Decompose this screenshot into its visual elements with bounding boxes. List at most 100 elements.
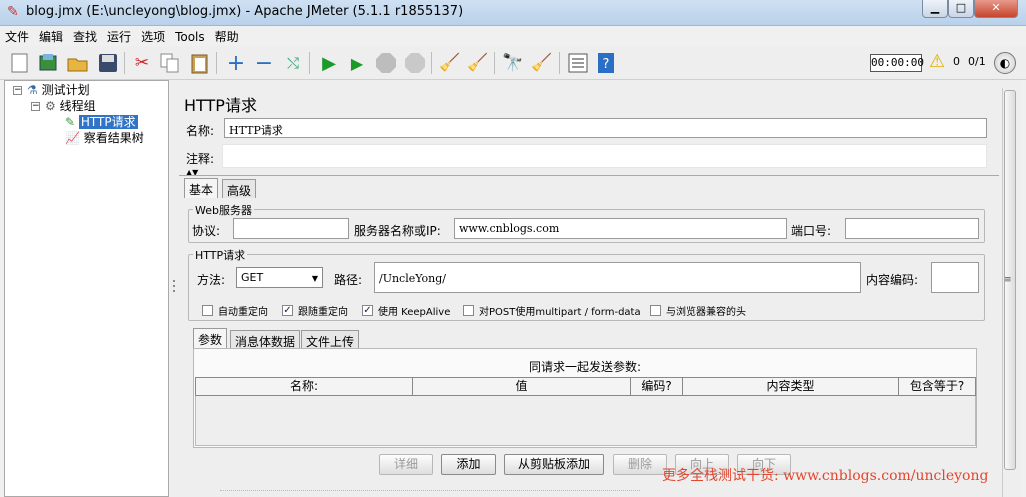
sampler-pen-icon: ✎ (65, 115, 76, 129)
stop-icon[interactable] (374, 51, 398, 75)
column-content-type[interactable]: 内容类型 (683, 378, 899, 395)
toggle-icon[interactable]: ⤭ (281, 51, 305, 75)
server-field[interactable]: www.cnblogs.com (454, 218, 787, 239)
menu-options[interactable]: 选项 (136, 26, 170, 45)
detail-button[interactable]: 详细 (379, 454, 433, 475)
tab-body-data[interactable]: 消息体数据 (230, 330, 301, 349)
pane-splitter[interactable] (170, 80, 178, 497)
multipart-checkbox[interactable]: 对POST使用multipart / form-data (463, 303, 641, 318)
clear-all-icon[interactable]: 🧹 (466, 51, 490, 75)
column-include-equals[interactable]: 包含等于? (899, 378, 975, 395)
checkbox-box (650, 305, 661, 316)
editor-scrollbar[interactable] (1002, 88, 1017, 497)
keepalive-checkbox[interactable]: ✓ 使用 KeepAlive (362, 303, 450, 318)
scroll-grip-icon: ≡ (1004, 275, 1012, 285)
thread-group-gear-icon: ⚙ (45, 99, 56, 113)
save-icon[interactable] (96, 51, 120, 75)
name-field[interactable]: HTTP请求 (224, 118, 987, 138)
add-button[interactable]: 添加 (441, 454, 496, 475)
window-titlebar: ✎ blog.jmx (E:\uncleyong\blog.jmx) - Apa… (0, 0, 1026, 26)
shutdown-icon[interactable] (403, 51, 427, 75)
parameters-table-header: 名称: 值 编码? 内容类型 包含等于? (195, 377, 976, 396)
remote-status-icon: ◐ (994, 52, 1016, 74)
path-field[interactable]: /UncleYong/ (374, 262, 861, 293)
browser-headers-checkbox[interactable]: 与浏览器兼容的头 (650, 303, 746, 318)
tab-file-upload[interactable]: 文件上传 (301, 330, 360, 349)
help-icon[interactable]: ? (594, 51, 618, 75)
add-from-clipboard-button[interactable]: 从剪贴板添加 (504, 454, 604, 475)
checkbox-box (463, 305, 474, 316)
tab-parameters[interactable]: 参数 (193, 328, 228, 348)
collapse-icon[interactable]: − (252, 51, 276, 76)
menu-help[interactable]: 帮助 (210, 26, 244, 45)
http-request-group-title: HTTP请求 (193, 247, 248, 263)
menu-search[interactable]: 查找 (68, 26, 102, 45)
comment-field[interactable] (222, 144, 987, 168)
chevron-down-icon: ▼ (311, 274, 318, 283)
test-plan-icon: ⚗ (27, 83, 38, 97)
tab-basic[interactable]: 基本 (184, 178, 219, 198)
web-server-group-title: Web服务器 (193, 202, 254, 218)
parameters-caption: 同请求一起发送参数: (528, 360, 642, 374)
parameters-table-body[interactable] (195, 396, 976, 446)
menu-run[interactable]: 运行 (102, 26, 136, 45)
watermark-text: 更多全栈测试干货: www.cnblogs.com/uncleyong (662, 468, 989, 484)
collapse-toggle[interactable]: − (13, 86, 22, 95)
expand-icon[interactable]: + (224, 51, 248, 76)
follow-redirect-checkbox[interactable]: ✓ 跟随重定向 (282, 303, 348, 318)
checkmark-icon: ✓ (362, 305, 373, 316)
cut-icon[interactable]: ✂ (130, 51, 154, 75)
elapsed-timer: 00:00:00 (870, 54, 924, 72)
method-value: GET (241, 271, 264, 284)
svg-text:?: ? (603, 57, 610, 72)
start-no-pauses-icon[interactable]: ▶ (345, 51, 369, 75)
reset-search-icon[interactable]: 🧹 (530, 51, 554, 75)
window-title: blog.jmx (E:\uncleyong\blog.jmx) - Apach… (26, 4, 464, 19)
menu-tools[interactable]: Tools (170, 28, 210, 44)
jmeter-feather-icon: ✎ (7, 4, 19, 20)
menu-bar: 文件 编辑 查找 运行 选项 Tools 帮助 (0, 26, 1026, 46)
tree-item-view-results-tree[interactable]: 📈 察看结果树 (65, 130, 144, 146)
content-encoding-field[interactable] (931, 262, 979, 293)
page-title: HTTP请求 (184, 96, 257, 115)
toolbar: ✂ + − ⤭ ▶ ▶ 🧹 🧹 🔭 🧹 ? 00:00:00 ⚠ 0 0/1 ◐ (0, 46, 1026, 80)
tree-item-thread-group[interactable]: ⚙ 线程组 (45, 98, 96, 114)
method-select[interactable]: GET ▼ (236, 267, 323, 288)
menu-edit[interactable]: 编辑 (34, 26, 68, 45)
new-icon[interactable] (8, 51, 32, 75)
server-label: 服务器名称或IP: (354, 224, 441, 238)
listener-chart-icon: 📈 (65, 131, 80, 145)
collapse-toggle[interactable]: − (31, 102, 40, 111)
search-icon[interactable]: 🔭 (501, 51, 525, 75)
maximize-button[interactable]: □ (948, 0, 974, 18)
port-label: 端口号: (791, 224, 832, 238)
start-icon[interactable]: ▶ (317, 51, 341, 75)
templates-icon[interactable] (36, 51, 60, 75)
copy-icon[interactable] (158, 51, 182, 75)
warning-icon[interactable]: ⚠ (929, 52, 945, 72)
clear-icon[interactable]: 🧹 (438, 51, 462, 75)
test-plan-tree: − ⚗ 测试计划 − ⚙ 线程组 ✎ HTTP请求 📈 察看结果树 (4, 80, 169, 497)
delete-button[interactable]: 删除 (613, 454, 667, 475)
column-name[interactable]: 名称: (196, 378, 413, 395)
auto-redirect-checkbox[interactable]: 自动重定向 (202, 303, 268, 318)
thread-count: 0/1 (968, 55, 986, 68)
menu-file[interactable]: 文件 (0, 26, 34, 45)
tab-advanced[interactable]: 高级 (222, 179, 257, 198)
column-value[interactable]: 值 (413, 378, 631, 395)
checkbox-box (202, 305, 213, 316)
close-button[interactable]: ✕ (974, 0, 1018, 18)
port-field[interactable] (845, 218, 979, 239)
paste-icon[interactable] (188, 51, 212, 75)
comment-label: 注释: (186, 152, 215, 166)
method-label: 方法: (197, 273, 226, 287)
tree-item-http-request[interactable]: ✎ HTTP请求 (65, 114, 138, 130)
checkmark-icon: ✓ (282, 305, 293, 316)
column-encode[interactable]: 编码? (631, 378, 683, 395)
protocol-label: 协议: (192, 224, 221, 238)
tree-item-test-plan[interactable]: ⚗ 测试计划 (27, 82, 90, 98)
function-helper-icon[interactable] (566, 51, 590, 75)
protocol-field[interactable] (233, 218, 349, 239)
minimize-button[interactable]: ▁ (922, 0, 948, 18)
open-icon[interactable] (66, 51, 90, 75)
